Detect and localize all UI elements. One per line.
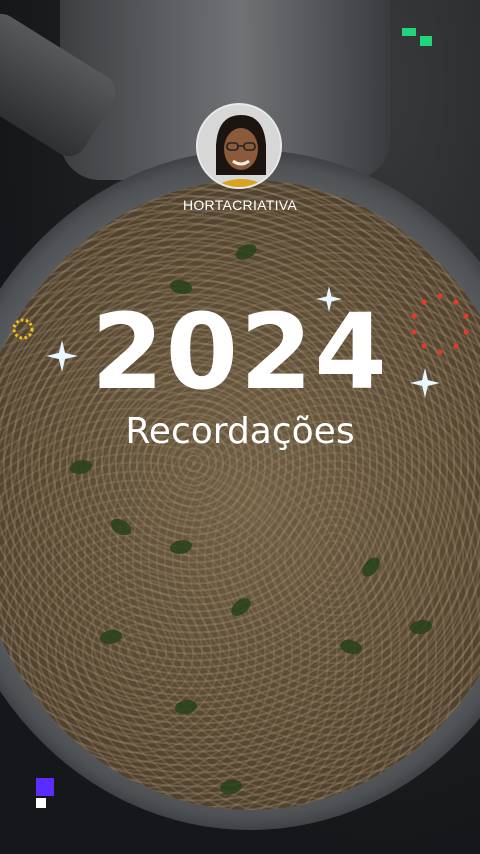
username[interactable]: HORTACRIATIVA bbox=[0, 197, 480, 213]
purple-block-icon bbox=[36, 778, 54, 808]
green-blocks-icon bbox=[402, 28, 432, 46]
person-photo bbox=[198, 105, 280, 187]
recap-year: 2024 bbox=[91, 291, 389, 413]
recap-subtitle: Recordações bbox=[125, 411, 355, 452]
avatar[interactable] bbox=[196, 103, 282, 189]
